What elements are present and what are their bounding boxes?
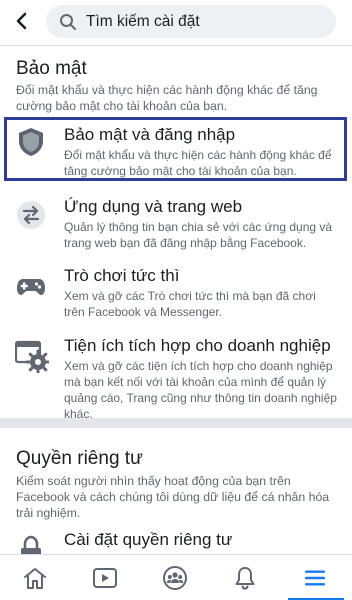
settings-item-title: Trò chơi tức thì bbox=[64, 266, 180, 285]
header-divider bbox=[0, 45, 352, 46]
section-description-security: Đổi mật khẩu và thực hiện các hành động … bbox=[16, 83, 318, 113]
settings-item-business-integrations[interactable]: Tiện ích tích hợp cho doanh nghiệp Xem v… bbox=[0, 336, 352, 421]
highlight-box bbox=[4, 117, 347, 181]
section-description-privacy: Kiểm soát người nhìn thấy hoạt động của … bbox=[16, 474, 330, 520]
menu-icon bbox=[305, 570, 325, 586]
top-bar: Tìm kiếm cài đặt bbox=[0, 0, 352, 44]
tab-watch[interactable] bbox=[70, 555, 140, 600]
business-integration-gear-icon bbox=[15, 340, 49, 373]
settings-item-instant-games[interactable]: Trò chơi tức thì Xem và gỡ các Trò chơi … bbox=[0, 264, 352, 324]
search-icon bbox=[60, 13, 76, 30]
home-icon bbox=[24, 568, 46, 589]
section-separator bbox=[0, 418, 352, 428]
settings-item-description: Xem và gỡ các tiện ích tích hợp cho doan… bbox=[64, 359, 337, 421]
settings-item-apps-websites[interactable]: Ứng dụng và trang web Quản lý thông tin … bbox=[0, 195, 352, 253]
settings-item-title: Tiện ích tích hợp cho doanh nghiệp bbox=[64, 336, 331, 355]
apps-arrows-icon bbox=[17, 201, 45, 229]
tab-home[interactable] bbox=[0, 555, 70, 600]
back-button[interactable] bbox=[8, 8, 34, 34]
search-text: Tìm kiếm cài đặt bbox=[86, 12, 200, 30]
settings-item-title: Cài đặt quyền riêng tư bbox=[64, 530, 233, 549]
search-input[interactable]: Tìm kiếm cài đặt bbox=[46, 5, 336, 38]
section-title-privacy: Quyền riêng tư bbox=[16, 448, 143, 469]
tab-menu[interactable] bbox=[280, 555, 350, 600]
watch-icon bbox=[93, 568, 117, 588]
tab-groups[interactable] bbox=[140, 555, 210, 600]
gamepad-icon bbox=[17, 279, 45, 295]
settings-item-description: Xem và gỡ các Trò chơi tức thì mà bạn đã… bbox=[64, 289, 316, 319]
notifications-bell-icon bbox=[235, 567, 255, 590]
back-arrow-icon bbox=[16, 12, 27, 30]
section-title-security: Bảo mật bbox=[16, 58, 87, 79]
groups-icon bbox=[163, 566, 187, 590]
bottom-navigation bbox=[0, 554, 352, 600]
settings-item-description: Quản lý thông tin bạn chia sẻ với các ứn… bbox=[64, 220, 333, 250]
tab-notifications[interactable] bbox=[210, 555, 280, 600]
settings-item-title: Ứng dụng và trang web bbox=[64, 197, 243, 216]
